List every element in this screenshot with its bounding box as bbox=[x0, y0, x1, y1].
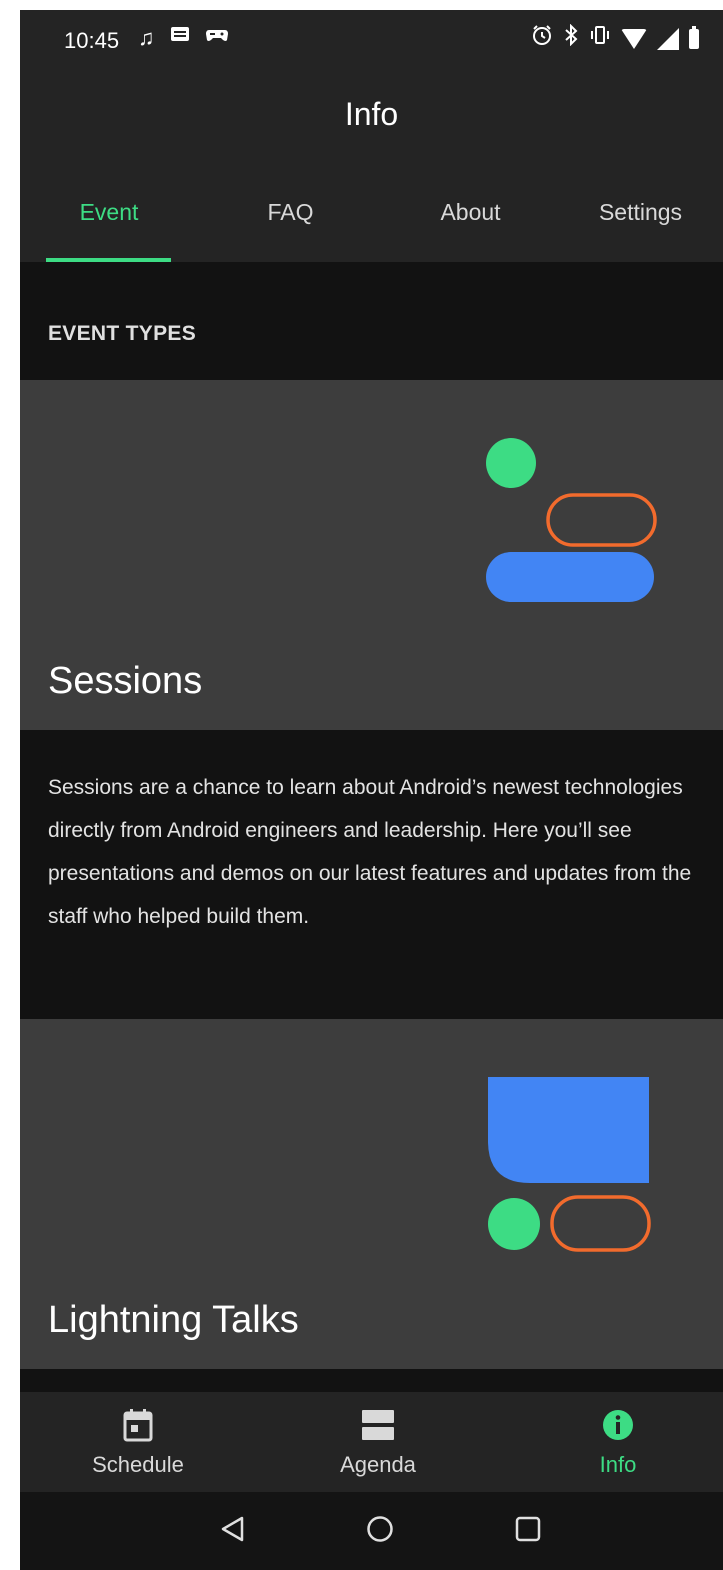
recents-icon[interactable] bbox=[513, 1514, 543, 1549]
lightning-talks-card[interactable]: Lightning Talks bbox=[20, 1019, 723, 1369]
tab-event[interactable]: Event bbox=[20, 162, 198, 262]
phone-screen: 10:45 ♫ Info Event FAQ About Settings EV… bbox=[20, 10, 723, 1570]
sessions-description: Sessions are a chance to learn about And… bbox=[48, 776, 692, 928]
bottom-navigation: Schedule Agenda Info bbox=[20, 1392, 723, 1492]
status-notification-icons: ♫ bbox=[138, 24, 229, 53]
tab-faq[interactable]: FAQ bbox=[198, 162, 383, 262]
back-icon[interactable] bbox=[218, 1514, 248, 1549]
sessions-card[interactable]: Sessions bbox=[20, 380, 723, 730]
status-time: 10:45 bbox=[64, 28, 120, 53]
music-note-icon: ♫ bbox=[138, 25, 155, 50]
system-navigation-bar bbox=[20, 1492, 723, 1570]
status-system-icons bbox=[531, 23, 699, 54]
page-title: Info bbox=[344, 96, 399, 132]
nav-agenda-label: Agenda bbox=[340, 1452, 416, 1477]
status-bar: 10:45 ♫ bbox=[20, 10, 723, 72]
lightning-talks-title: Lightning Talks bbox=[48, 1299, 299, 1341]
message-icon bbox=[169, 24, 191, 53]
sessions-illustration bbox=[486, 438, 657, 602]
calendar-icon bbox=[122, 1408, 154, 1447]
info-icon bbox=[601, 1408, 635, 1447]
bluetooth-icon bbox=[563, 23, 579, 54]
section-header: EVENT TYPES bbox=[48, 322, 197, 345]
nav-schedule[interactable]: Schedule bbox=[38, 1392, 238, 1492]
tab-settings[interactable]: Settings bbox=[558, 162, 723, 262]
top-app-bar: Info bbox=[20, 72, 723, 162]
tab-about[interactable]: About bbox=[383, 162, 558, 262]
game-controller-icon bbox=[205, 24, 229, 53]
nav-info[interactable]: Info bbox=[518, 1392, 718, 1492]
nav-agenda[interactable]: Agenda bbox=[278, 1392, 478, 1492]
nav-info-label: Info bbox=[599, 1452, 637, 1477]
alarm-icon bbox=[531, 24, 553, 54]
sessions-title: Sessions bbox=[48, 660, 203, 702]
battery-icon bbox=[689, 26, 699, 49]
tab-bar: Event FAQ About Settings bbox=[20, 162, 723, 262]
home-icon[interactable] bbox=[365, 1514, 395, 1549]
vibrate-icon bbox=[589, 24, 611, 54]
lightning-talks-illustration bbox=[488, 1077, 651, 1252]
wifi-icon bbox=[621, 29, 647, 49]
agenda-icon bbox=[361, 1408, 395, 1447]
nav-schedule-label: Schedule bbox=[92, 1452, 184, 1477]
event-content[interactable]: EVENT TYPES Sessions Sessions are a chan… bbox=[20, 262, 723, 1392]
signal-icon bbox=[657, 28, 679, 50]
